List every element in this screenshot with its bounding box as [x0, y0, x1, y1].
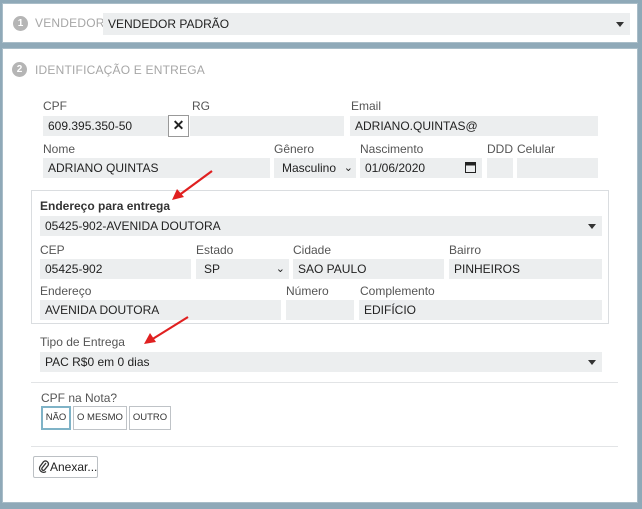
cidade-label: Cidade: [293, 243, 332, 257]
cep-input[interactable]: 05425-902: [40, 259, 191, 279]
cidade-input[interactable]: SAO PAULO: [293, 259, 444, 279]
tipo-entrega-selected-value: PAC R$0 em 0 dias: [45, 355, 150, 369]
nome-input[interactable]: ADRIANO QUINTAS: [43, 158, 270, 178]
genero-select[interactable]: Masculino ⌄: [274, 158, 356, 178]
nascimento-value: 01/06/2020: [365, 161, 426, 175]
tipo-entrega-select[interactable]: PAC R$0 em 0 dias: [40, 352, 602, 372]
identificacao-title: IDENTIFICAÇÃO E ENTREGA: [35, 63, 205, 77]
bairro-input[interactable]: PINHEIROS: [449, 259, 602, 279]
annotation-arrow-icon: [172, 170, 213, 200]
cpf-label: CPF: [43, 99, 67, 113]
genero-label: Gênero: [274, 142, 315, 156]
paperclip-icon: [38, 460, 50, 473]
annotation-arrow-icon: [144, 316, 189, 344]
endereco-select[interactable]: 05425-902-AVENIDA DOUTORA: [40, 216, 602, 236]
cpf-nota-outro-button[interactable]: OUTRO: [129, 406, 171, 430]
vendedor-select[interactable]: VENDEDOR PADRÃO: [103, 13, 630, 35]
estado-selected-value: SP: [204, 262, 221, 276]
cpf-input[interactable]: 609.395.350-50: [43, 116, 168, 136]
estado-select[interactable]: SP ⌄: [196, 259, 289, 279]
bairro-label: Bairro: [449, 243, 482, 257]
celular-label: Celular: [517, 142, 556, 156]
endereco-selected-value: 05425-902-AVENIDA DOUTORA: [45, 219, 221, 233]
clear-cpf-button[interactable]: ✕: [168, 115, 189, 137]
nascimento-label: Nascimento: [360, 142, 424, 156]
cpf-nota-label: CPF na Nota?: [41, 391, 118, 405]
divider: [31, 382, 618, 383]
step-1-badge: 1: [13, 16, 28, 31]
rg-input[interactable]: [190, 116, 344, 136]
estado-label: Estado: [196, 243, 234, 257]
complemento-input[interactable]: EDIFÍCIO: [359, 300, 602, 320]
vendedor-label: VENDEDOR: [35, 16, 105, 30]
ddd-input[interactable]: [487, 158, 513, 178]
rg-label: RG: [192, 99, 210, 113]
genero-selected-value: Masculino: [282, 161, 337, 175]
email-label: Email: [351, 99, 382, 113]
chevron-down-icon: ⌄: [275, 263, 285, 275]
caret-down-icon: [588, 360, 596, 365]
ddd-label: DDD: [487, 142, 513, 156]
anexar-button[interactable]: Anexar...: [33, 456, 98, 478]
caret-down-icon: [588, 224, 596, 229]
cep-label: CEP: [40, 243, 65, 257]
celular-input[interactable]: [517, 158, 598, 178]
close-icon: ✕: [172, 117, 185, 133]
cpf-nota-nao-button[interactable]: NÃO: [41, 406, 71, 430]
numero-label: Número: [286, 284, 329, 298]
cpf-nota-mesmo-button[interactable]: O MESMO: [73, 406, 127, 430]
anexar-label: Anexar...: [50, 460, 98, 474]
tipo-entrega-label: Tipo de Entrega: [40, 335, 125, 349]
vendedor-selected-value: VENDEDOR PADRÃO: [108, 17, 230, 31]
nome-label: Nome: [43, 142, 76, 156]
endereco-label: Endereço: [40, 284, 92, 298]
numero-input[interactable]: [286, 300, 354, 320]
chevron-down-icon: ⌄: [343, 162, 353, 174]
calendar-icon[interactable]: [465, 162, 476, 173]
email-input[interactable]: ADRIANO.QUINTAS@: [350, 116, 598, 136]
complemento-label: Complemento: [360, 284, 435, 298]
endereco-heading: Endereço para entrega: [40, 199, 171, 213]
step-2-badge: 2: [12, 62, 27, 77]
caret-down-icon: [616, 22, 624, 27]
vendedor-panel: 1 VENDEDOR VENDEDOR PADRÃO: [2, 3, 638, 43]
divider: [31, 446, 618, 447]
nascimento-input[interactable]: 01/06/2020: [360, 158, 482, 178]
